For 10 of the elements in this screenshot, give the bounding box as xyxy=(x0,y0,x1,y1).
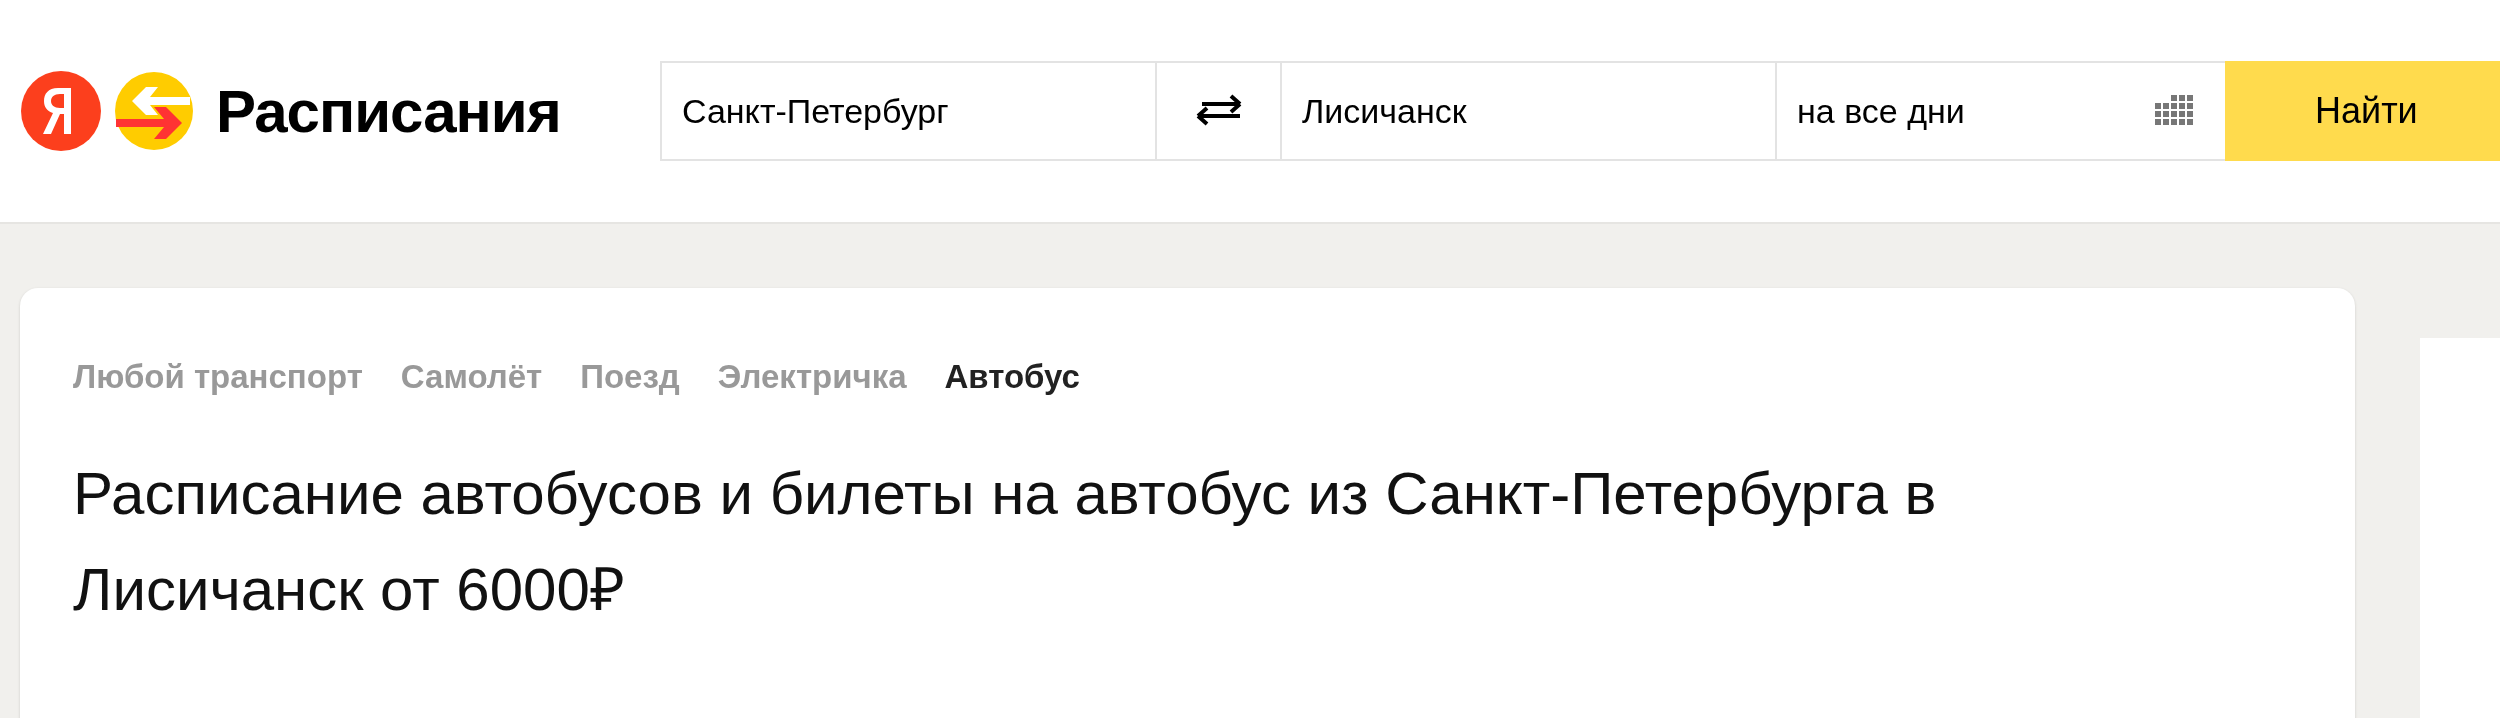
date-field[interactable]: на все дни xyxy=(1775,61,2225,161)
to-field[interactable]: Лисичанск xyxy=(1280,61,1775,161)
brand-name: Расписания xyxy=(216,76,561,146)
from-field[interactable]: Санкт-Петербург xyxy=(660,61,1155,161)
calendar-icon[interactable] xyxy=(2155,95,2195,127)
page-title: Расписание автобусов и билеты на автобус из Санкт-Петербурга в Лисичанск от 6000₽ xyxy=(73,459,1938,625)
arrows-logo-icon[interactable] xyxy=(114,71,194,151)
transport-tab[interactable]: Автобус xyxy=(944,358,1080,396)
yandex-logo-icon[interactable] xyxy=(20,70,102,152)
find-button[interactable]: Найти xyxy=(2225,61,2500,161)
